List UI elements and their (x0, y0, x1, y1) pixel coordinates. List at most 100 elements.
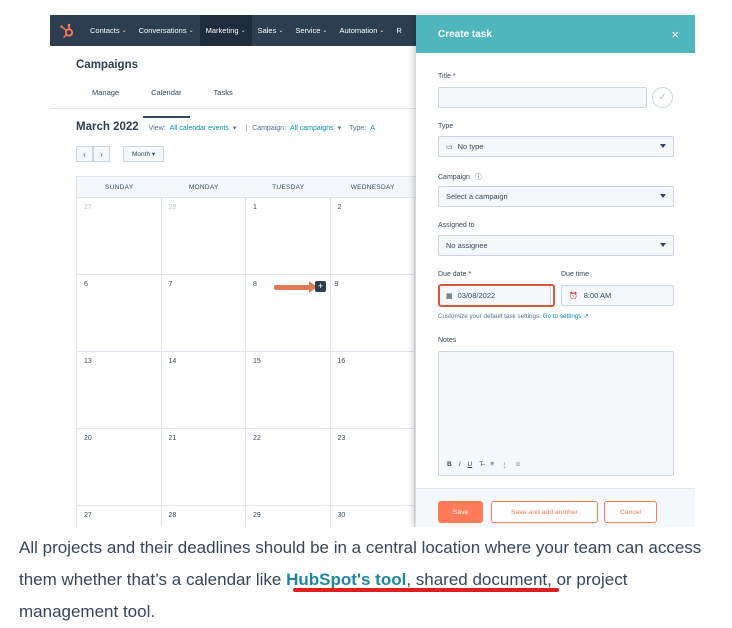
calendar-day[interactable]: 16 (330, 352, 415, 429)
due-time-label: Due time (561, 271, 590, 278)
campaign-select[interactable]: Select a campaign (438, 186, 674, 207)
calendar-day[interactable]: 13 (77, 352, 162, 429)
notes-textarea[interactable]: B I U T̶ ≡ ⋮ ☺ (438, 351, 674, 476)
calendar-day[interactable]: 7 (161, 275, 246, 352)
nav-reports[interactable]: R (390, 15, 407, 46)
nav-conversations[interactable]: Conversations ⌄ (133, 15, 200, 46)
info-icon: ⓘ (474, 174, 482, 181)
assigned-label: Assigned to (438, 222, 475, 229)
hubspot-tool-link[interactable]: HubSpot's tool (286, 570, 406, 589)
go-to-settings-link[interactable]: Go to settings (543, 313, 582, 320)
chevron-down-icon: ⌄ (188, 28, 194, 34)
panel-header: Create task × (416, 15, 695, 53)
chevron-down-icon: ⌄ (322, 28, 328, 34)
calendar-day[interactable]: 2 (330, 198, 415, 275)
tab-tasks[interactable]: Tasks (198, 86, 249, 110)
task-settings-hint: Customize your default task settings. Go… (438, 313, 589, 320)
task-icon: ▭ (446, 143, 453, 151)
type-select[interactable]: ▭ No type (438, 136, 674, 157)
weekday-label: MONDAY (188, 183, 219, 191)
tab-manage[interactable]: Manage (76, 86, 135, 110)
hubspot-logo-icon[interactable] (50, 15, 84, 46)
campaign-tabs: Manage Calendar Tasks (76, 86, 249, 118)
title-label: Title * (438, 73, 456, 80)
view-filter-label: View: (148, 125, 166, 132)
nav-marketing[interactable]: Marketing ⌄ (199, 15, 252, 46)
chevron-down-icon: ▾ (232, 125, 237, 132)
create-task-panel: Create task × Title * ✓ Type ▭ No type C… (416, 15, 695, 527)
calendar-day[interactable]: 14 (161, 352, 246, 429)
check-icon[interactable]: ✓ (652, 87, 673, 108)
calendar-day[interactable]: 23 (330, 429, 415, 506)
weekday-label: SUNDAY (105, 183, 134, 191)
calendar-day[interactable]: 27 (77, 198, 162, 275)
nav-automation[interactable]: Automation ⌄ (333, 15, 390, 46)
next-month-button[interactable]: › (93, 146, 110, 162)
view-filter-dropdown[interactable]: All calendar events (170, 125, 229, 132)
rich-text-toolbar: B I U T̶ ≡ ⋮ ☺ (447, 461, 521, 469)
underline-button[interactable]: U (468, 461, 473, 469)
month-view-button[interactable]: Month ▾ (123, 146, 165, 162)
title-input[interactable] (438, 87, 647, 108)
chevron-down-icon: ⌄ (278, 28, 284, 34)
calendar-day[interactable]: 15 (246, 352, 331, 429)
chevron-down-icon (660, 243, 666, 247)
article-caption: All projects and their deadlines should … (19, 538, 702, 621)
calendar-day[interactable]: 30 (331, 506, 415, 527)
campaign-filter-dropdown[interactable]: All campaigns (290, 125, 334, 132)
page-title: Campaigns (76, 59, 138, 71)
more-button[interactable]: ⋮ (501, 461, 508, 469)
bold-button[interactable]: B (447, 461, 452, 469)
calendar-day[interactable]: 9 (330, 275, 415, 352)
calendar-day[interactable]: 28 (161, 198, 246, 275)
close-icon[interactable]: × (671, 27, 679, 42)
calendar-day[interactable]: 6 (77, 275, 162, 352)
cancel-button[interactable]: Cancel (604, 501, 657, 523)
panel-title: Create task (438, 28, 492, 40)
calendar-week: 20 21 22 23 (76, 429, 421, 506)
calendar-day[interactable]: 20 (77, 429, 162, 506)
due-time-input[interactable]: ⏰ 8:00 AM (561, 285, 674, 306)
campaign-filter-label: Campaign: (252, 125, 287, 132)
emoji-icon[interactable]: ☺ (515, 461, 522, 469)
chevron-down-icon: ⌄ (121, 28, 127, 34)
due-date-label: Due date * (438, 271, 472, 278)
prev-month-button[interactable]: ‹ (76, 146, 93, 162)
filter-divider: | (245, 125, 248, 132)
calendar-day[interactable]: 27 (77, 506, 162, 527)
caption-underline (293, 588, 559, 592)
calendar-week: 6 7 8 9 (76, 275, 421, 352)
nav-service[interactable]: Service ⌄ (289, 15, 333, 46)
chevron-down-icon: ⌄ (240, 28, 246, 34)
strikethrough-button[interactable]: T̶ (479, 461, 483, 469)
align-button[interactable]: ≡ (490, 461, 494, 469)
add-task-button[interactable]: + (315, 281, 326, 292)
campaign-label: Campaign ⓘ (438, 174, 482, 181)
tab-calendar[interactable]: Calendar (135, 86, 197, 118)
calendar-day[interactable]: 29 (246, 506, 331, 527)
notes-label: Notes (438, 337, 457, 344)
weekday-header: SUNDAY MONDAY TUESDAY WEDNESDAY (76, 176, 421, 198)
italic-button[interactable]: I (459, 461, 461, 469)
month-title: March 2022 (76, 121, 139, 133)
calendar-day[interactable]: 22 (246, 429, 331, 506)
save-and-add-another-button[interactable]: Save and add another (491, 501, 598, 523)
type-filter-dropdown[interactable]: A (370, 125, 375, 132)
nav-sales[interactable]: Sales ⌄ (252, 15, 290, 46)
assignee-select[interactable]: No assignee (438, 235, 674, 256)
calendar-day[interactable]: 21 (161, 429, 246, 506)
tabs-divider (50, 108, 420, 109)
calendar-day[interactable]: 28 (162, 506, 246, 527)
weekday-label: TUESDAY (272, 183, 305, 191)
calendar-week: 27 28 1 2 (76, 198, 421, 275)
weekday-label: WEDNESDAY (350, 183, 395, 191)
due-date-highlight (438, 284, 555, 307)
chevron-down-icon: ⌄ (379, 28, 385, 34)
clock-icon: ⏰ (569, 292, 578, 300)
save-button[interactable]: Save (438, 501, 483, 523)
calendar-day[interactable]: 1 (246, 198, 331, 275)
chevron-down-icon (660, 144, 666, 148)
type-filter-label: Type: (349, 125, 367, 132)
calendar-week: 13 14 15 16 (76, 352, 421, 429)
nav-contacts[interactable]: Contacts ⌄ (84, 15, 133, 46)
